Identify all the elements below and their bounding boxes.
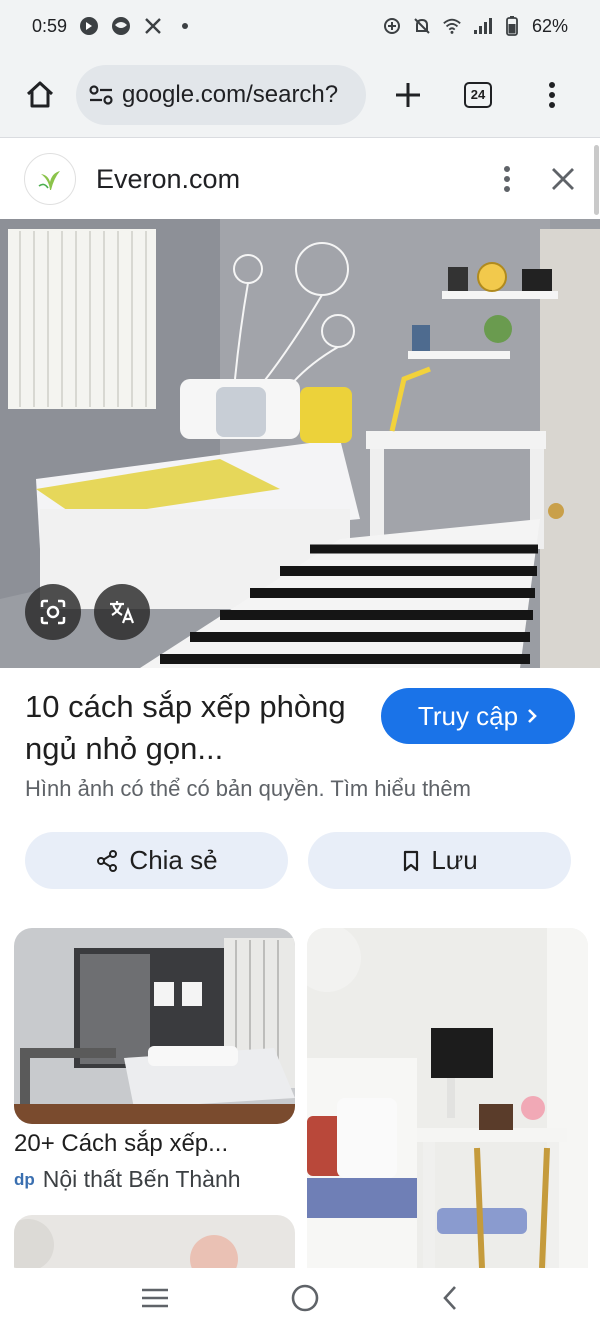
new-tab-button[interactable] (386, 73, 430, 117)
source-logo-icon: dp (14, 1169, 35, 1189)
share-button[interactable]: Chia sẻ (25, 832, 288, 889)
source-logo[interactable] (24, 153, 76, 205)
copyright-notice[interactable]: Hình ảnh có thể có bản quyền. Tìm hiểu t… (25, 776, 471, 802)
source-name[interactable]: Everon.com (96, 164, 240, 195)
lens-icon (40, 599, 66, 625)
source-header: Everon.com (0, 139, 600, 219)
status-bar: 0:59 62% (0, 0, 600, 52)
more-vert-icon[interactable] (502, 164, 512, 194)
translate-icon (110, 601, 135, 624)
related-image-2[interactable] (307, 928, 588, 1268)
site-settings-icon (89, 84, 113, 105)
share-label: Chia sẻ (129, 845, 218, 875)
wifi-icon (442, 16, 462, 36)
clock: 0:59 (32, 15, 68, 36)
system-nav-bar (0, 1268, 600, 1333)
related-image-3[interactable] (14, 1215, 295, 1268)
x-logo-icon (143, 16, 163, 36)
home-button[interactable] (18, 73, 62, 117)
share-icon (97, 849, 118, 872)
browser-menu-button[interactable] (530, 73, 574, 117)
lens-button[interactable] (25, 584, 81, 640)
signal-icon (472, 16, 492, 36)
back-button[interactable] (440, 1284, 460, 1317)
battery-level: 62% (531, 15, 568, 36)
visit-button[interactable]: Truy cập (381, 688, 575, 744)
plus-icon (396, 82, 420, 107)
recents-button[interactable] (140, 1286, 170, 1315)
close-icon[interactable] (550, 166, 576, 192)
related-source-name-1: Nội thất Bến Thành (42, 1166, 241, 1192)
related-image-1[interactable] (14, 928, 295, 1124)
related-title-1[interactable]: 20+ Cách sắp xếp... (14, 1130, 228, 1158)
tab-switcher-icon: 24 (464, 81, 492, 108)
bookmark-icon (404, 850, 419, 871)
menu-icon (142, 1288, 168, 1308)
save-label: Lưu (431, 845, 478, 875)
tab-switcher-button[interactable]: 24 (456, 73, 500, 117)
address-bar[interactable]: google.com/search? (76, 64, 366, 125)
more-vert-icon (549, 81, 555, 108)
result-title[interactable]: 10 cách sắp xếp phòng ngủ nhỏ gọn... (25, 686, 365, 770)
globe-icon (111, 16, 131, 36)
notification-icon (79, 16, 99, 36)
dot-icon (175, 16, 195, 36)
home-nav-button[interactable] (290, 1283, 320, 1318)
data-saver-icon (382, 16, 402, 36)
scrollbar[interactable] (594, 145, 599, 215)
leaf-logo-icon (38, 171, 60, 190)
battery-icon (502, 16, 522, 36)
browser-toolbar: google.com/search? 24 (0, 52, 600, 138)
home-circle-icon (291, 1284, 319, 1312)
translate-button[interactable] (94, 584, 150, 640)
chevron-right-icon (528, 709, 537, 723)
url-text: google.com/search? (122, 80, 339, 108)
main-image[interactable] (0, 219, 600, 668)
home-icon (26, 81, 54, 107)
related-source-1[interactable]: dp Nội thất Bến Thành (14, 1166, 241, 1193)
save-button[interactable]: Lưu (308, 832, 571, 889)
back-icon (443, 1286, 456, 1310)
mute-icon (412, 16, 432, 36)
visit-button-label: Truy cập (417, 700, 519, 731)
